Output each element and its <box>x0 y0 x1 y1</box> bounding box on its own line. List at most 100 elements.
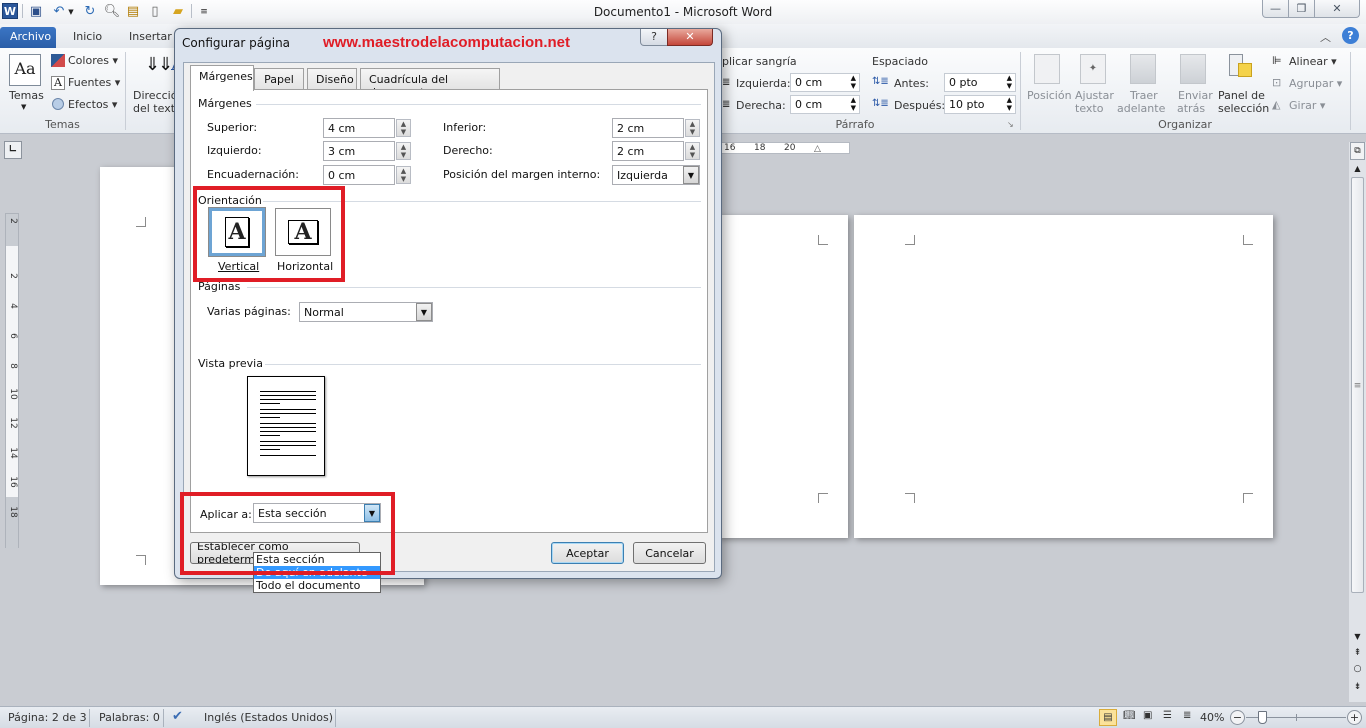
scroll-up-icon[interactable]: ▲ <box>1351 164 1364 173</box>
antes-label: Antes: <box>894 77 930 90</box>
derecho-input[interactable]: 2 cm <box>612 141 684 161</box>
horizontal-ruler[interactable]: 16 18 20 △ <box>715 142 850 154</box>
separator <box>89 709 90 727</box>
dialog-launcher-icon[interactable]: ↘ <box>1007 120 1014 129</box>
margins-legend: Márgenes <box>198 97 252 110</box>
scroll-down-icon[interactable]: ▼ <box>1351 632 1364 641</box>
vertical-scrollbar[interactable]: ⧉ ▲ ≡ ▼ ⇞ ○ ⇟ <box>1349 142 1366 702</box>
help-icon[interactable]: ? <box>1342 27 1359 44</box>
zoom-level[interactable]: 40% <box>1200 711 1224 724</box>
scroll-thumb[interactable]: ≡ <box>1351 177 1364 593</box>
temas-button[interactable]: Temas <box>9 89 44 102</box>
encuadernacion-spinner[interactable]: ▲ ▼ <box>396 166 411 184</box>
posicion-button[interactable]: Posición <box>1027 89 1072 102</box>
superior-spinner[interactable]: ▲ ▼ <box>396 119 411 137</box>
view-ruler-icon[interactable]: ⧉ <box>1350 142 1365 160</box>
language[interactable]: Inglés (Estados Unidos) <box>204 711 333 724</box>
word-count[interactable]: Palabras: 0 <box>99 711 160 724</box>
tab-insertar[interactable]: Insertar <box>119 27 182 48</box>
restore-button[interactable]: ❐ <box>1288 0 1315 18</box>
izquierdo-label: Izquierdo: <box>207 144 262 157</box>
right-indent-marker-icon[interactable]: △ <box>814 144 821 154</box>
zoom-slider-thumb[interactable] <box>1257 711 1267 724</box>
encuadernacion-input[interactable]: 0 cm <box>323 165 395 185</box>
agrupar-button[interactable]: Agrupar ▾ <box>1289 77 1342 90</box>
preview-text-line <box>260 431 316 432</box>
zoom-in-icon[interactable]: + <box>1347 710 1362 725</box>
outline-icon[interactable]: ☰ <box>1163 710 1172 721</box>
efectos-button[interactable]: Efectos ▾ <box>68 98 117 111</box>
proofing-icon[interactable]: ✔ <box>172 709 183 724</box>
fuentes-button[interactable]: Fuentes ▾ <box>68 76 120 89</box>
chevron-down-icon[interactable]: ▼ <box>416 303 432 321</box>
separator <box>1020 52 1021 130</box>
previous-page-icon[interactable]: ⇞ <box>1351 648 1364 658</box>
traer-line1[interactable]: Traer <box>1130 89 1158 102</box>
minimize-ribbon-icon[interactable]: ︿ <box>1320 29 1331 45</box>
alinear-button[interactable]: Alinear ▾ <box>1289 55 1337 68</box>
window-title: Documento1 - Microsoft Word <box>593 5 773 19</box>
divider <box>265 364 701 365</box>
derecha-label: Derecha: <box>736 99 786 112</box>
ok-button[interactable]: Aceptar <box>551 542 624 564</box>
cancel-button[interactable]: Cancelar <box>633 542 706 564</box>
close-window-button[interactable]: ✕ <box>1314 0 1360 18</box>
varias-paginas-select[interactable]: Normal <box>299 302 433 322</box>
traer-line2[interactable]: adelante <box>1117 102 1165 115</box>
tab-cuadricula[interactable]: Cuadrícula del documento <box>360 68 500 99</box>
tab-selector-icon[interactable]: ∟ <box>4 141 22 159</box>
draft-icon[interactable]: ≣ <box>1183 710 1191 721</box>
enviar-line1[interactable]: Enviar <box>1178 89 1213 102</box>
indent-right-input[interactable]: 0 cm ▲ ▼ <box>790 95 860 114</box>
tab-inicio[interactable]: Inicio <box>63 27 112 48</box>
colors-icon <box>51 54 65 67</box>
panel-seleccion-line1[interactable]: Panel de <box>1218 89 1265 102</box>
dialog-close-button[interactable]: ✕ <box>667 29 713 46</box>
spacing-before-input[interactable]: 0 pto ▲ ▼ <box>944 73 1016 92</box>
spacing-after-input[interactable]: 10 pto ▲ ▼ <box>944 95 1016 114</box>
next-page-icon[interactable]: ⇟ <box>1351 682 1364 692</box>
spacing-after-icon: ⇅≣ <box>872 98 889 109</box>
superior-input[interactable]: 4 cm <box>323 118 395 138</box>
derecho-spinner[interactable]: ▲ ▼ <box>685 142 700 160</box>
girar-button[interactable]: Girar ▾ <box>1289 99 1325 112</box>
ajustar-texto-line1[interactable]: Ajustar <box>1075 89 1114 102</box>
minimize-button[interactable]: — <box>1262 0 1289 18</box>
crop-mark <box>136 555 146 565</box>
inferior-spinner[interactable]: ▲ ▼ <box>685 119 700 137</box>
browse-object-icon[interactable]: ○ <box>1351 664 1364 674</box>
preview-text-line <box>260 455 316 456</box>
ruler-tick: 16 <box>8 476 18 488</box>
tab-diseno[interactable]: Diseño <box>307 68 357 90</box>
dropdown-option[interactable]: Todo el documento <box>254 579 380 592</box>
highlight-box-orientation <box>193 186 345 282</box>
chevron-down-icon[interactable]: ▼ <box>683 166 699 184</box>
document-page-2[interactable] <box>718 215 848 538</box>
ruler-tick: 12 <box>8 417 18 429</box>
indent-left-input[interactable]: 0 cm ▲ ▼ <box>790 73 860 92</box>
tab-margenes[interactable]: Márgenes <box>190 65 254 91</box>
document-page-3[interactable] <box>854 215 1273 538</box>
ajustar-texto-line2[interactable]: texto <box>1075 102 1103 115</box>
separator <box>335 709 336 727</box>
panel-seleccion-line2[interactable]: selección <box>1218 102 1269 115</box>
tab-papel[interactable]: Papel <box>254 68 304 90</box>
print-layout-icon[interactable]: ▤ <box>1099 709 1117 726</box>
themes-icon[interactable]: Aa <box>9 54 41 86</box>
zoom-out-icon[interactable]: − <box>1230 710 1245 725</box>
minimize-icon: — <box>1270 2 1281 15</box>
preview-text-line <box>260 435 280 436</box>
full-screen-reading-icon[interactable]: 📖︎ <box>1123 710 1136 721</box>
web-layout-icon[interactable]: ▣ <box>1143 710 1152 721</box>
enviar-line2[interactable]: atrás <box>1177 102 1205 115</box>
page-count[interactable]: Página: 2 de 3 <box>8 711 87 724</box>
izquierdo-spinner[interactable]: ▲ ▼ <box>396 142 411 160</box>
vertical-ruler[interactable]: 2 2 4 6 8 10 12 14 16 18 <box>5 213 19 549</box>
colores-button[interactable]: Colores ▾ <box>68 54 118 67</box>
tab-archivo[interactable]: Archivo <box>0 27 56 48</box>
inferior-input[interactable]: 2 cm <box>612 118 684 138</box>
crop-mark <box>905 235 915 245</box>
izquierdo-input[interactable]: 3 cm <box>323 141 395 161</box>
help-button[interactable]: ? <box>640 29 668 46</box>
effects-icon <box>52 98 64 110</box>
